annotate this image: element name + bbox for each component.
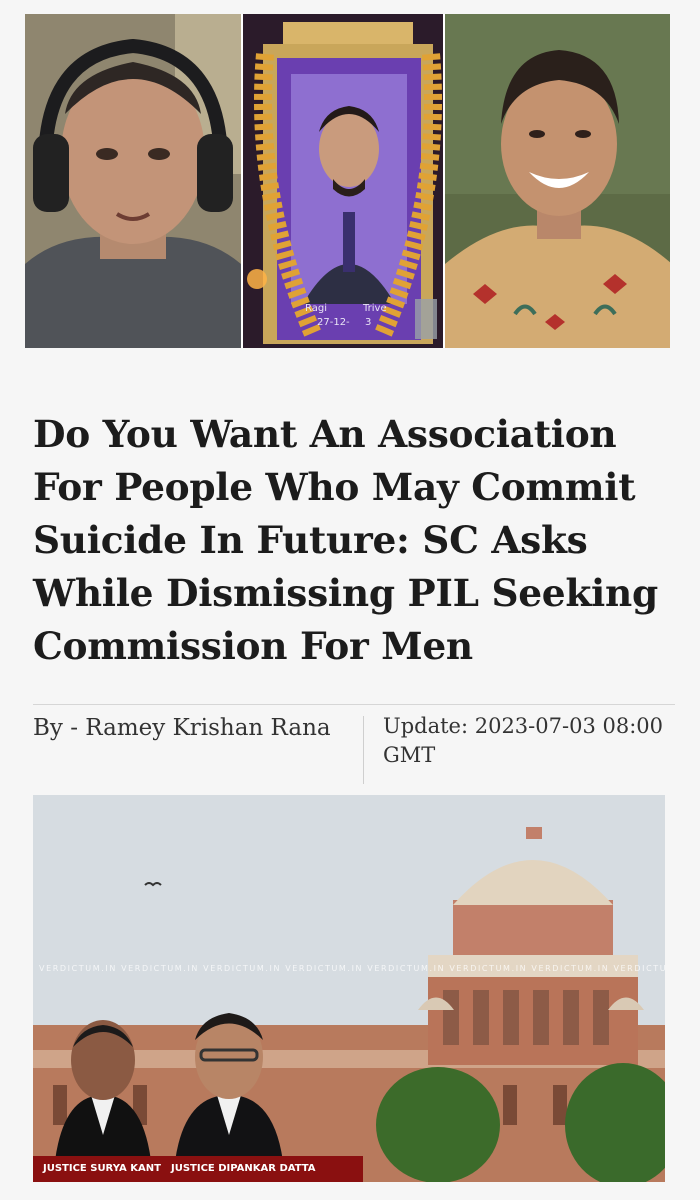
article-byline: By - Ramey Krishan Rana: [33, 715, 331, 741]
photo-man-with-headphones: [25, 14, 241, 348]
frame-name-text-2: Trive: [362, 303, 387, 314]
article-headline: Do You Want An Association For People Wh…: [33, 412, 658, 668]
caption-justice-surya-kant: JUSTICE SURYA KANT: [43, 1163, 161, 1174]
photo-collage: Ragi Trive 27-12- 3: [25, 14, 670, 348]
article-update-time: Update: 2023-07-03 08:00 GMT: [383, 714, 663, 767]
photo-smiling-man: [445, 14, 670, 348]
headphones-man-illustration: [25, 14, 241, 348]
frame-date-text-2: 3: [365, 317, 371, 328]
hero-image-supreme-court: VERDICTUM.IN VERDICTUM.IN VERDICTUM.IN V…: [33, 795, 665, 1182]
supreme-court-illustration: [33, 795, 665, 1182]
smiling-man-illustration: [445, 14, 670, 348]
meta-separator: [363, 716, 364, 784]
frame-name-text: Ragi: [305, 303, 327, 314]
watermark-text: VERDICTUM.IN VERDICTUM.IN VERDICTUM.IN V…: [39, 964, 665, 973]
frame-date-text: 27-12-: [317, 317, 350, 328]
divider: [33, 704, 675, 705]
photo-garlanded-portrait: Ragi Trive 27-12- 3: [243, 14, 443, 348]
caption-justice-dipankar-datta: JUSTICE DIPANKAR DATTA: [171, 1163, 316, 1174]
portrait-frame-illustration: Ragi Trive 27-12- 3: [243, 14, 443, 348]
